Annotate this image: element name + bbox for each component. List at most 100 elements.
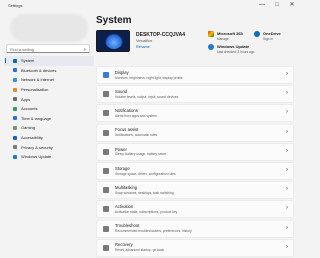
search-icon: ⌕	[83, 47, 86, 52]
chevron-right-icon: ›	[286, 224, 288, 231]
monitor-icon	[13, 58, 17, 63]
microsoft-365-icon	[208, 31, 214, 37]
widget-subtitle: Last checked: 2 hours ago	[217, 50, 255, 54]
maximize-button[interactable]: □	[273, 1, 281, 9]
sidebar-item-label: Personalisation	[21, 87, 49, 93]
sidebar-item-apps[interactable]: Apps	[4, 94, 94, 104]
chevron-right-icon: ›	[286, 128, 288, 135]
sidebar-item-label: Accounts	[21, 106, 38, 112]
row-subtitle: Recommended troubleshooters, preferences…	[115, 229, 192, 234]
sidebar-item-accessibility[interactable]: Accessibility	[4, 133, 94, 143]
chevron-right-icon: ›	[286, 71, 288, 77]
person-icon	[13, 106, 17, 111]
sidebar-item-bluetooth-devices[interactable]: Bluetooth & devices	[4, 66, 94, 76]
row-title: Troubleshoot	[115, 223, 140, 229]
settings-list: Display Monitors, brightness, night ligh…	[96, 66, 294, 258]
sidebar-item-network-internet[interactable]: Network & internet	[4, 75, 94, 85]
settings-row-sound[interactable]: Sound Volume levels, output, input, soun…	[96, 85, 294, 104]
row-title: Sound	[115, 88, 128, 94]
widget-subtitle: Manage	[217, 37, 229, 41]
row-title: Recovery	[115, 242, 133, 248]
windows-update-icon	[208, 44, 214, 50]
display-icon	[103, 72, 109, 78]
accessibility-icon	[13, 135, 17, 140]
sidebar-item-accounts[interactable]: Accounts	[4, 104, 94, 114]
chevron-right-icon: ›	[286, 243, 288, 250]
bell-icon	[103, 110, 109, 117]
sidebar-item-label: Privacy & security	[21, 144, 53, 150]
storage-icon	[103, 167, 109, 174]
onedrive-widget[interactable]: OneDrive Sign in	[254, 31, 281, 41]
chevron-right-icon: ›	[286, 90, 288, 97]
row-subtitle: Reset, advanced startup, go back	[115, 248, 165, 253]
widget-title: OneDrive	[263, 31, 281, 36]
onedrive-icon	[254, 31, 260, 37]
sidebar-item-label: Bluetooth & devices	[21, 67, 57, 73]
sidebar-item-label: Accessibility	[21, 135, 43, 141]
speaker-icon	[103, 91, 109, 98]
sidebar-item-gaming[interactable]: Gaming	[4, 123, 94, 133]
windows-update-widget[interactable]: Windows Update Last checked: 2 hours ago	[208, 44, 254, 54]
sidebar-item-label: Time & language	[21, 115, 52, 121]
settings-row-activation[interactable]: Activation Activation state, subscriptio…	[96, 200, 294, 219]
settings-row-troubleshoot[interactable]: Troubleshoot Recommended troubleshooters…	[96, 219, 294, 238]
row-subtitle: Monitors, brightness, night light, displ…	[115, 75, 183, 80]
moon-icon	[103, 129, 109, 136]
chevron-right-icon: ›	[286, 205, 288, 212]
minimize-button[interactable]: —	[258, 1, 266, 9]
settings-row-storage[interactable]: Storage Storage space, drives, configura…	[96, 161, 294, 180]
page-title: System	[96, 15, 132, 26]
row-subtitle: Activation state, subscriptions, product…	[115, 209, 178, 214]
bluetooth-icon	[13, 68, 17, 73]
device-wallpaper-thumbnail	[96, 30, 130, 52]
sidebar-item-privacy-security[interactable]: Privacy & security	[4, 142, 94, 152]
apps-icon	[13, 97, 17, 102]
clock-globe-icon	[13, 116, 17, 121]
sidebar-item-system[interactable]: System	[4, 56, 94, 66]
sidebar-item-windows-update[interactable]: Windows Update	[4, 152, 94, 162]
row-title: Multitasking	[115, 184, 138, 190]
row-title: Storage	[115, 165, 130, 171]
sidebar-item-label: Network & internet	[21, 77, 54, 83]
chevron-right-icon: ›	[286, 147, 288, 154]
sidebar-item-label: Windows Update	[21, 154, 52, 160]
rename-link[interactable]: Rename	[136, 45, 150, 49]
row-subtitle: Notifications, automatic rules	[115, 133, 158, 138]
widget-subtitle: Sign in	[263, 37, 273, 41]
network-icon	[13, 77, 17, 82]
wrench-icon	[103, 225, 109, 232]
activation-icon	[103, 206, 109, 213]
settings-row-display[interactable]: Display Monitors, brightness, night ligh…	[96, 66, 294, 84]
controller-icon	[13, 125, 17, 130]
device-card: DESKTOP-CCQJVA4 VirtualBox Rename	[96, 30, 196, 54]
chevron-right-icon: ›	[286, 186, 288, 193]
device-model: VirtualBox	[136, 39, 153, 43]
row-title: Display	[115, 69, 129, 75]
sidebar-item-time-language[interactable]: Time & language	[4, 114, 94, 124]
settings-row-focus-assist[interactable]: Focus assist Notifications, automatic ru…	[96, 123, 294, 142]
settings-row-multitasking[interactable]: Multitasking Snap windows, desktops, tas…	[96, 181, 294, 200]
app-title: Settings	[8, 3, 23, 8]
user-profile[interactable]	[10, 14, 88, 42]
search-placeholder: Find a setting	[10, 47, 35, 52]
row-subtitle: Storage space, drives, configuration rul…	[115, 171, 176, 176]
search-input[interactable]: Find a setting ⌕	[6, 44, 90, 53]
shield-icon	[13, 145, 17, 150]
window-controls: — □ ✕	[258, 1, 296, 9]
widget-title: Microsoft 365	[217, 31, 243, 36]
recovery-icon	[103, 244, 109, 251]
settings-row-notifications[interactable]: Notifications Alerts from apps and syste…	[96, 104, 294, 123]
sidebar-nav: System Bluetooth & devices Network & int…	[4, 56, 94, 162]
row-subtitle: Volume levels, output, input, sound devi…	[115, 94, 179, 99]
sidebar-item-personalisation[interactable]: Personalisation	[4, 85, 94, 95]
update-icon	[13, 154, 17, 159]
chevron-right-icon: ›	[286, 109, 288, 116]
settings-row-power[interactable]: Power Sleep, battery usage, battery save…	[96, 142, 294, 161]
brush-icon	[13, 87, 17, 92]
settings-row-recovery[interactable]: Recovery Reset, advanced startup, go bac…	[96, 238, 294, 257]
power-icon	[103, 148, 109, 155]
row-title: Activation	[115, 204, 134, 210]
close-button[interactable]: ✕	[288, 1, 296, 9]
microsoft-365-widget[interactable]: Microsoft 365 Manage	[208, 31, 243, 41]
multitasking-icon	[103, 187, 109, 194]
